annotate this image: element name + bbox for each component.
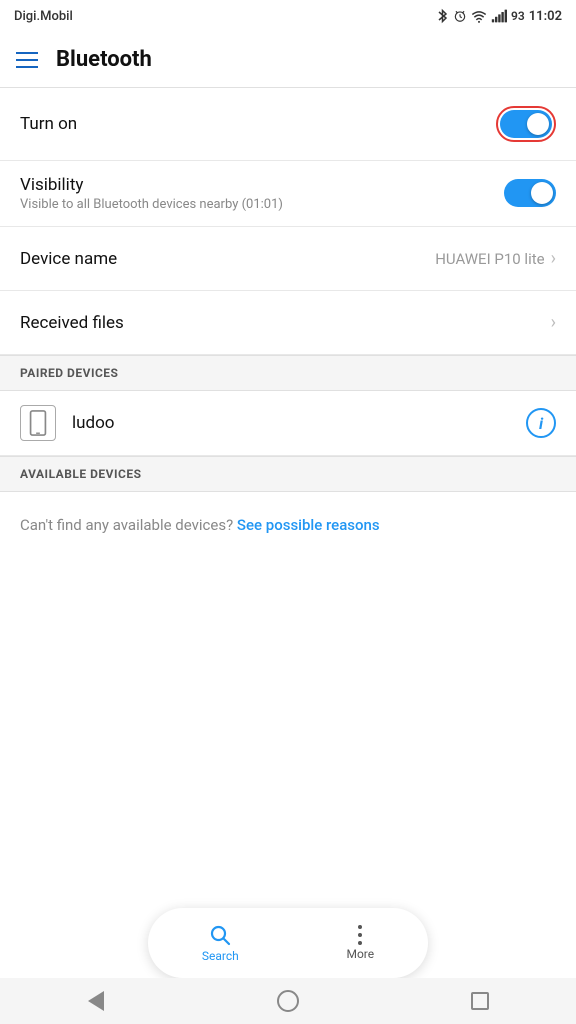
page-title: Bluetooth <box>56 47 152 72</box>
device-info-button[interactable]: i <box>526 408 556 438</box>
visibility-sublabel: Visible to all Bluetooth devices nearby … <box>20 197 283 212</box>
turn-on-toggle[interactable] <box>500 110 552 138</box>
received-files-label: Received files <box>20 313 124 333</box>
visibility-toggle-wrapper <box>504 179 556 207</box>
no-devices-message: Can't find any available devices? See po… <box>0 492 576 558</box>
wifi-icon <box>471 10 487 23</box>
paired-device-row[interactable]: ludoo i <box>0 391 576 456</box>
received-files-chevron: › <box>551 312 556 333</box>
received-files-row[interactable]: Received files › <box>0 291 576 355</box>
app-bar: Bluetooth <box>0 32 576 88</box>
home-button[interactable] <box>274 987 302 1015</box>
search-label: Search <box>202 949 239 963</box>
available-devices-header: AVAILABLE DEVICES <box>0 456 576 492</box>
paired-device-name: ludoo <box>72 413 526 433</box>
device-name-label: Device name <box>20 249 117 269</box>
alarm-icon <box>453 9 467 23</box>
back-icon <box>88 991 104 1011</box>
visibility-toggle[interactable] <box>504 179 556 207</box>
visibility-label: Visibility <box>20 175 283 195</box>
turn-on-row: Turn on <box>0 88 576 161</box>
see-reasons-link[interactable]: See possible reasons <box>237 516 380 534</box>
no-devices-text: Can't find any available devices? <box>20 516 233 534</box>
back-button[interactable] <box>82 987 110 1015</box>
device-name-value: HUAWEI P10 lite › <box>435 248 556 269</box>
menu-button[interactable] <box>16 52 38 68</box>
bottom-nav: Search More <box>148 908 428 978</box>
device-name-chevron: › <box>551 248 556 269</box>
settings-list: Turn on Visibility Visible to all Blueto… <box>0 88 576 558</box>
home-icon <box>277 990 299 1012</box>
carrier-label: Digi.Mobil <box>14 9 73 24</box>
turn-on-label: Turn on <box>20 114 77 134</box>
status-bar: Digi.Mobil 93 <box>0 0 576 32</box>
system-nav <box>0 978 576 1024</box>
bluetooth-status-icon <box>436 8 449 24</box>
device-phone-icon <box>20 405 56 441</box>
nav-search[interactable]: Search <box>178 915 263 971</box>
paired-devices-header: PAIRED DEVICES <box>0 355 576 391</box>
recents-icon <box>471 992 489 1010</box>
visibility-row: Visibility Visible to all Bluetooth devi… <box>0 161 576 227</box>
nav-more[interactable]: More <box>322 917 398 969</box>
status-icons: 93 11:02 <box>436 8 562 24</box>
more-label: More <box>346 947 374 961</box>
signal-icon <box>491 9 507 23</box>
device-name-row[interactable]: Device name HUAWEI P10 lite › <box>0 227 576 291</box>
turn-on-toggle-wrapper <box>496 106 556 142</box>
battery-level: 93 <box>511 9 525 23</box>
recents-button[interactable] <box>466 987 494 1015</box>
search-icon <box>208 923 232 947</box>
more-dots-icon <box>358 925 362 945</box>
status-time: 11:02 <box>529 9 562 24</box>
